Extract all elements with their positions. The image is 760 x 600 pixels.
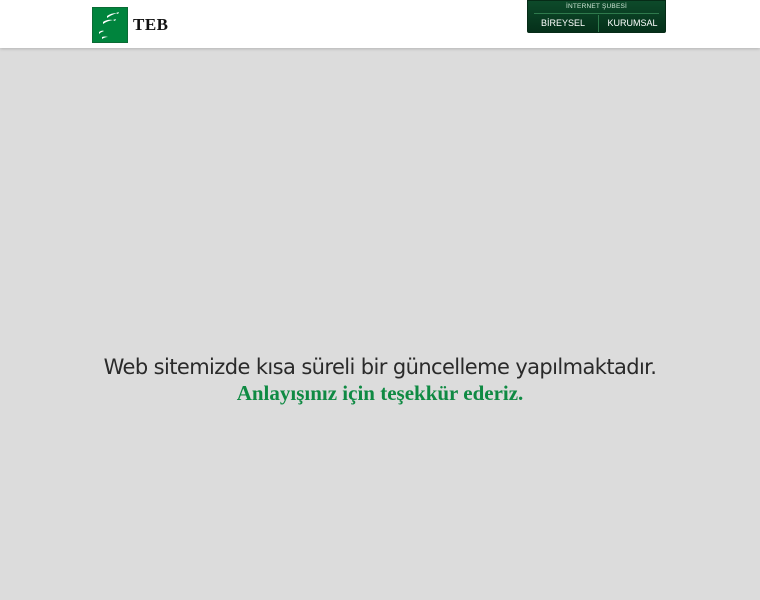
internet-branch-title: İNTERNET ŞUBESİ bbox=[565, 3, 628, 10]
maintenance-message: Web sitemizde kısa süreli bir güncelleme… bbox=[0, 354, 760, 406]
kurumsal-button[interactable]: KURUMSAL bbox=[598, 15, 667, 32]
bnp-stars-logo-icon bbox=[92, 7, 128, 43]
logo-text: TEB bbox=[133, 15, 169, 34]
site-header: TEB İNTERNET ŞUBESİ BİREYSEL KURUMSAL bbox=[0, 0, 760, 48]
internet-branch-divider bbox=[534, 13, 659, 14]
internet-branch-panel: İNTERNET ŞUBESİ BİREYSEL KURUMSAL bbox=[527, 0, 666, 33]
thank-you-note: Anlayışınız için teşekkür ederiz. bbox=[236, 381, 524, 405]
teb-logo-link[interactable]: TEB bbox=[92, 6, 169, 44]
bireysel-button[interactable]: BİREYSEL bbox=[528, 15, 598, 32]
maintenance-notice: Web sitemizde kısa süreli bir güncelleme… bbox=[103, 355, 657, 379]
